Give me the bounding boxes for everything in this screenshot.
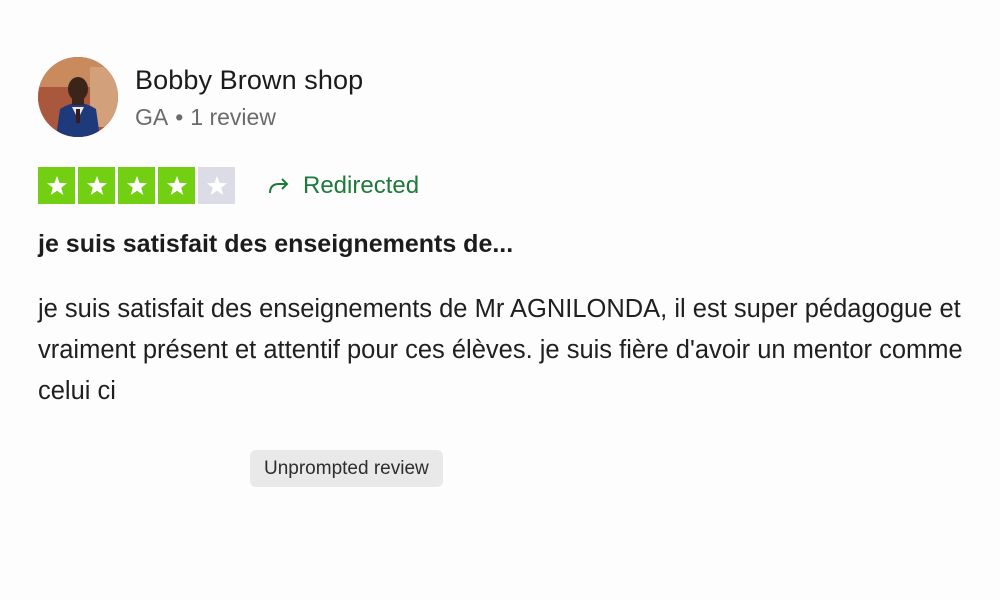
meta-separator: • <box>175 104 184 130</box>
reviewer-name[interactable]: Bobby Brown shop <box>135 62 363 98</box>
avatar[interactable] <box>38 57 118 137</box>
rating-row: Redirected <box>38 166 1000 205</box>
star-icon <box>118 167 155 204</box>
unprompted-review-badge[interactable]: Unprompted review <box>250 450 443 487</box>
reviewer-review-count: 1 review <box>190 104 276 130</box>
redirected-status: Redirected <box>267 172 419 200</box>
star-rating <box>38 167 235 204</box>
review-card: Bobby Brown shop GA • 1 review Redirecte… <box>0 0 1000 600</box>
redirect-arrow-icon <box>267 176 291 196</box>
reviewer-info: Bobby Brown shop GA • 1 review <box>135 62 363 132</box>
star-icon <box>78 167 115 204</box>
reviewer-header: Bobby Brown shop GA • 1 review <box>38 56 1000 138</box>
redirected-label: Redirected <box>303 171 420 199</box>
star-icon <box>198 167 235 204</box>
review-title[interactable]: je suis satisfait des enseignements de..… <box>38 227 1000 261</box>
star-icon <box>158 167 195 204</box>
review-body: je suis satisfait des enseignements de M… <box>38 295 963 405</box>
reviewer-country: GA <box>135 104 169 130</box>
reviewer-meta: GA • 1 review <box>135 102 363 132</box>
star-icon <box>38 167 75 204</box>
